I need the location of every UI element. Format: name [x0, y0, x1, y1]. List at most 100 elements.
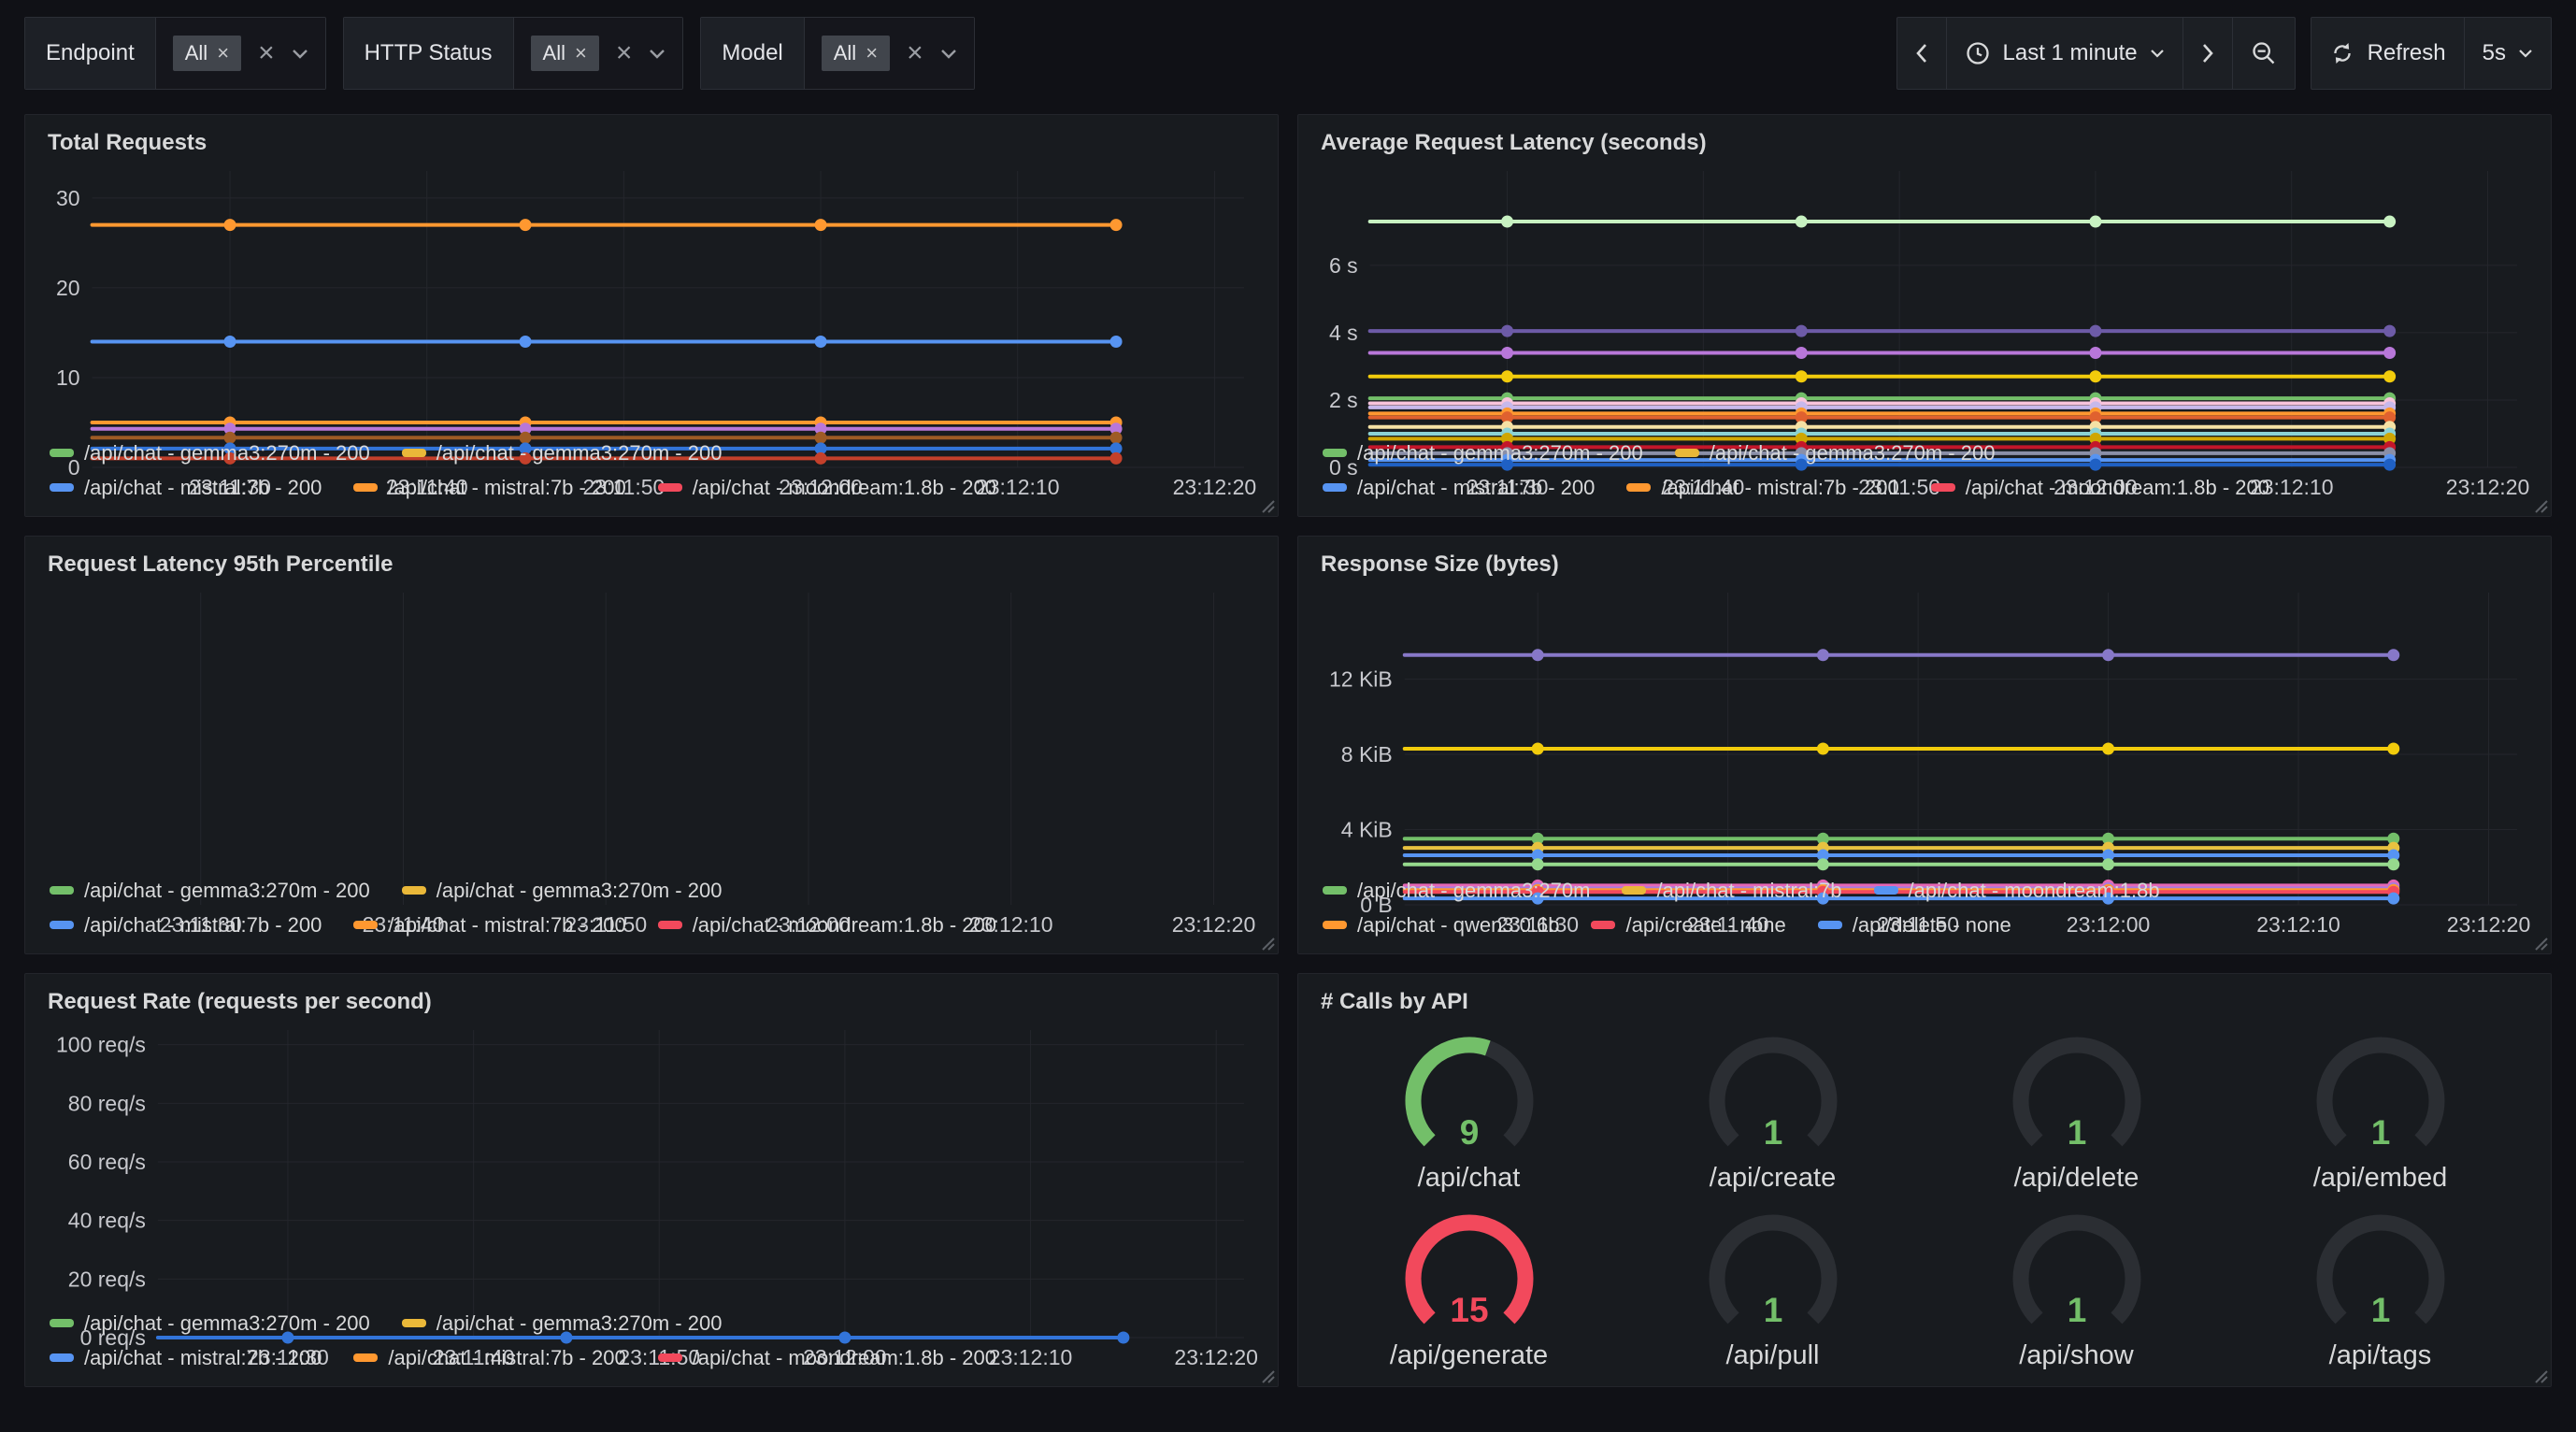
chevron-down-icon[interactable]	[292, 49, 308, 59]
y-tick-label: 80 req/s	[68, 1091, 146, 1115]
chart-request-latency-p95[interactable]: 23:11:3023:11:4023:11:5023:12:0023:12:10…	[44, 581, 1259, 871]
legend-item[interactable]: /api/chat - gemma3:270m - 200	[1323, 441, 1643, 465]
legend-item[interactable]: /api/chat - mistral:7b - 200	[353, 913, 625, 938]
clear-selection-icon[interactable]: ×	[907, 39, 923, 67]
resize-handle-icon[interactable]	[2533, 1368, 2548, 1383]
legend-item[interactable]: /api/chat - gemma3:270m - 200	[50, 1311, 370, 1336]
zoom-out-button[interactable]	[2232, 18, 2295, 89]
filter-endpoint-chip[interactable]: All×	[173, 36, 241, 71]
legend-item[interactable]: /api/chat - moondream:1.8b - 200	[658, 913, 996, 938]
legend-item[interactable]: /api/chat - gemma3:270m - 200	[402, 879, 723, 903]
gauge-label: /api/generate	[1390, 1340, 1548, 1371]
resize-handle-icon[interactable]	[2533, 936, 2548, 951]
legend-item[interactable]: /api/chat - mistral:7b - 200	[1323, 476, 1595, 500]
legend-label: /api/chat - moondream:1.8b	[1909, 879, 2160, 903]
legend-item[interactable]: /api/delete - none	[1818, 913, 2011, 938]
clear-selection-icon[interactable]: ×	[616, 39, 633, 67]
panel-title[interactable]: Average Request Latency (seconds)	[1321, 130, 2532, 156]
chevron-down-icon[interactable]	[940, 49, 957, 59]
panel-title[interactable]: Request Latency 95th Percentile	[48, 551, 1259, 578]
legend-item[interactable]: /api/create - none	[1591, 913, 1785, 938]
refresh-button[interactable]: Refresh	[2311, 18, 2464, 89]
gauge[interactable]: 1/api/embed	[2292, 1023, 2469, 1194]
chart-response-size[interactable]: 23:11:3023:11:4023:11:5023:12:0023:12:10…	[1317, 581, 2532, 871]
chevron-down-icon[interactable]	[649, 49, 665, 59]
refresh-group: Refresh 5s	[2311, 17, 2552, 90]
refresh-interval-dropdown[interactable]: 5s	[2464, 18, 2551, 89]
filter-model-chip[interactable]: All×	[822, 36, 890, 71]
legend-item[interactable]: /api/chat - mistral:7b - 200	[353, 476, 625, 500]
series-point	[2102, 858, 2114, 870]
legend-item[interactable]: /api/chat - mistral:7b - 200	[50, 1346, 322, 1370]
legend-row: /api/chat - gemma3:270m - 200/api/chat -…	[44, 873, 1259, 908]
legend-item[interactable]: /api/chat - mistral:7b - 200	[50, 913, 322, 938]
filter-model-label: Model	[701, 18, 804, 89]
legend-item[interactable]: /api/chat - moondream:1.8b	[1874, 879, 2160, 903]
panel-title[interactable]: # Calls by API	[1321, 989, 2532, 1015]
resize-handle-icon[interactable]	[1260, 498, 1275, 513]
gauge-value: 1	[2067, 1113, 2086, 1152]
legend-item[interactable]: /api/chat - gemma3:270m - 200	[50, 441, 370, 465]
resize-handle-icon[interactable]	[1260, 1368, 1275, 1383]
legend-row: /api/chat - mistral:7b - 200/api/chat - …	[44, 470, 1259, 505]
legend-swatch	[50, 483, 74, 492]
gauge-value: 9	[1459, 1113, 1479, 1152]
filter-model-value[interactable]: All× ×	[805, 18, 974, 89]
chart-average-request-latency[interactable]: 23:11:3023:11:4023:11:5023:12:0023:12:10…	[1317, 160, 2532, 434]
legend-label: /api/create - none	[1625, 913, 1785, 938]
gauge[interactable]: 1/api/delete	[1988, 1023, 2166, 1194]
resize-handle-icon[interactable]	[2533, 498, 2548, 513]
series-point	[1110, 336, 1123, 348]
clock-icon	[1965, 40, 1991, 66]
legend-item[interactable]: /api/chat - mistral:7b - 200	[1626, 476, 1898, 500]
legend: /api/chat - gemma3:270m - 200/api/chat -…	[44, 1306, 1259, 1375]
legend-item[interactable]: /api/chat - gemma3:270m - 200	[50, 879, 370, 903]
filter-endpoint-value[interactable]: All× ×	[156, 18, 325, 89]
gauge-value: 1	[2370, 1291, 2390, 1329]
legend-swatch	[1626, 483, 1651, 492]
gauge[interactable]: 9/api/chat	[1381, 1023, 1558, 1194]
legend-swatch	[353, 921, 378, 929]
chip-remove-icon[interactable]: ×	[217, 43, 229, 64]
legend-item[interactable]: /api/chat - moondream:1.8b - 200	[658, 1346, 996, 1370]
y-tick-label: 12 KiB	[1329, 667, 1393, 692]
legend-item[interactable]: /api/chat - gemma3:270m - 200	[1675, 441, 1996, 465]
panel-title[interactable]: Total Requests	[48, 130, 1259, 156]
legend-item[interactable]: /api/chat - qwen3:0.6b	[1323, 913, 1559, 938]
legend-item[interactable]: /api/chat - gemma3:270m - 200	[402, 441, 723, 465]
filter-http-status-chip[interactable]: All×	[531, 36, 599, 71]
filter-http-status-value[interactable]: All× ×	[514, 18, 683, 89]
legend-label: /api/chat - mistral:7b - 200	[388, 1346, 625, 1370]
chip-remove-icon[interactable]: ×	[866, 43, 878, 64]
gauge[interactable]: 1/api/create	[1684, 1023, 1862, 1194]
legend-item[interactable]: /api/chat - mistral:7b - 200	[50, 476, 322, 500]
panel-response-size: Response Size (bytes) 23:11:3023:11:4023…	[1297, 536, 2552, 954]
gauge[interactable]: 15/api/generate	[1381, 1200, 1558, 1371]
legend-item[interactable]: /api/chat - mistral:7b	[1622, 879, 1841, 903]
chip-remove-icon[interactable]: ×	[575, 43, 587, 64]
resize-handle-icon[interactable]	[1260, 936, 1275, 951]
y-tick-label: 100 req/s	[56, 1033, 146, 1057]
gauge[interactable]: 1/api/show	[1988, 1200, 2166, 1371]
series-point	[1796, 216, 1808, 228]
legend-swatch	[402, 1319, 426, 1327]
time-range-picker-button[interactable]: Last 1 minute	[1946, 18, 2182, 89]
gauge[interactable]: 1/api/pull	[1684, 1200, 1862, 1371]
legend-row: /api/chat - gemma3:270m - 200/api/chat -…	[44, 436, 1259, 470]
panel-title[interactable]: Response Size (bytes)	[1321, 551, 2532, 578]
clear-selection-icon[interactable]: ×	[258, 39, 275, 67]
time-shift-back-button[interactable]	[1897, 18, 1946, 89]
chart-request-rate[interactable]: 23:11:3023:11:4023:11:5023:12:0023:12:10…	[44, 1019, 1259, 1304]
legend-item[interactable]: /api/chat - mistral:7b - 200	[353, 1346, 625, 1370]
panel-title[interactable]: Request Rate (requests per second)	[48, 989, 1259, 1015]
legend-item[interactable]: /api/chat - moondream:1.8b - 200	[658, 476, 996, 500]
legend-item[interactable]: /api/chat - gemma3:270m	[1323, 879, 1590, 903]
legend: /api/chat - gemma3:270m - 200/api/chat -…	[44, 436, 1259, 505]
gauge[interactable]: 1/api/tags	[2292, 1200, 2469, 1371]
legend-item[interactable]: /api/chat - gemma3:270m - 200	[402, 1311, 723, 1336]
legend-label: /api/chat - qwen3:0.6b	[1357, 913, 1559, 938]
time-shift-forward-button[interactable]	[2182, 18, 2232, 89]
legend-item[interactable]: /api/chat - moondream:1.8b - 200	[1931, 476, 2269, 500]
chart-total-requests[interactable]: 23:11:3023:11:4023:11:5023:12:0023:12:10…	[44, 160, 1259, 434]
legend-swatch	[1323, 483, 1347, 492]
